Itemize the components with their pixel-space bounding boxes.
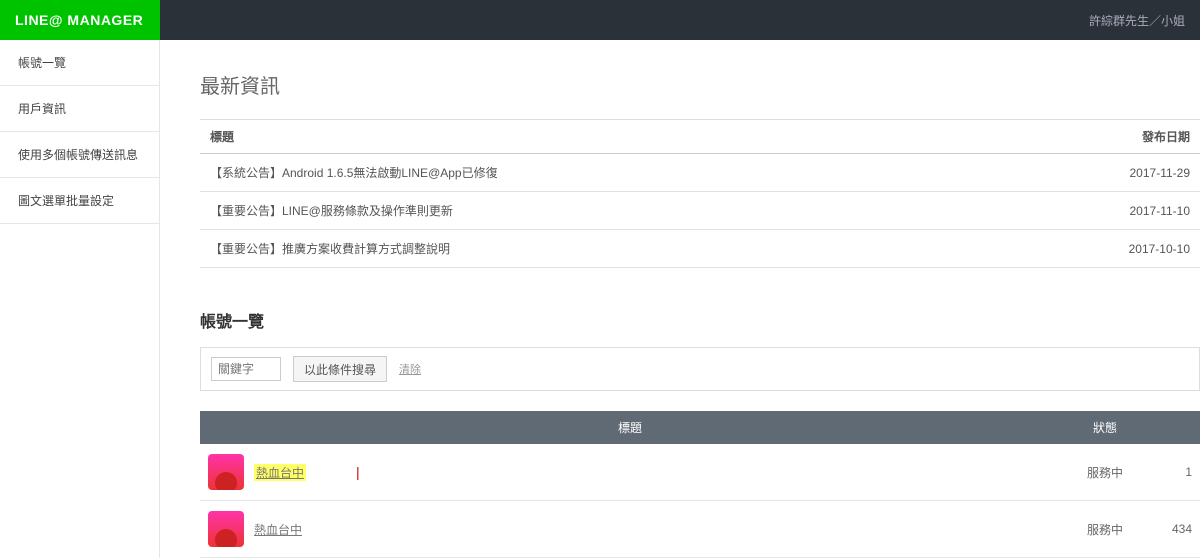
news-row[interactable]: 【重要公告】LINE@服務條款及操作準則更新 2017-11-10 bbox=[200, 192, 1200, 230]
sidebar: 帳號一覽 用戶資訊 使用多個帳號傳送訊息 圖文選單批量設定 bbox=[0, 40, 160, 558]
search-clear-link[interactable]: 清除 bbox=[399, 361, 421, 377]
accounts-heading: 帳號一覽 bbox=[200, 308, 1200, 332]
current-user-name: 許綜群先生／小姐 bbox=[1089, 12, 1185, 29]
news-col-title: 標題 bbox=[200, 120, 1080, 154]
account-name-link[interactable]: 熱血台中 bbox=[254, 464, 306, 481]
table-row: 熱血台中 服務中 434 bbox=[200, 501, 1200, 558]
sidebar-item-multi-send[interactable]: 使用多個帳號傳送訊息 bbox=[0, 132, 159, 178]
sidebar-item-rich-menu[interactable]: 圖文選單批量設定 bbox=[0, 178, 159, 224]
account-name-link[interactable]: 熱血台中 bbox=[254, 521, 302, 538]
account-status: 服務中 bbox=[1060, 444, 1150, 501]
account-count: 1 bbox=[1150, 444, 1200, 501]
news-row-title: 【重要公告】推廣方案收費計算方式調整說明 bbox=[200, 230, 1080, 268]
account-count: 434 bbox=[1150, 501, 1200, 558]
accounts-table: 標題 狀態 熱血台中 | 服務中 1 bbox=[200, 411, 1200, 558]
news-row-date: 2017-11-29 bbox=[1080, 154, 1200, 192]
news-row-date: 2017-11-10 bbox=[1080, 192, 1200, 230]
highlight-caret: | bbox=[356, 464, 360, 480]
acct-col-title: 標題 bbox=[200, 411, 1060, 444]
top-bar: 許綜群先生／小姐 bbox=[160, 0, 1200, 40]
news-heading: 最新資訊 bbox=[200, 70, 1200, 99]
news-row-title: 【系統公告】Android 1.6.5無法啟動LINE@App已修復 bbox=[200, 154, 1080, 192]
news-col-date: 發布日期 bbox=[1080, 120, 1200, 154]
avatar bbox=[208, 454, 244, 490]
brand-logo: LINE@ MANAGER bbox=[0, 0, 160, 40]
news-row-date: 2017-10-10 bbox=[1080, 230, 1200, 268]
table-row: 熱血台中 | 服務中 1 bbox=[200, 444, 1200, 501]
acct-col-status: 狀態 bbox=[1060, 411, 1150, 444]
news-row[interactable]: 【系統公告】Android 1.6.5無法啟動LINE@App已修復 2017-… bbox=[200, 154, 1200, 192]
news-row[interactable]: 【重要公告】推廣方案收費計算方式調整說明 2017-10-10 bbox=[200, 230, 1200, 268]
avatar bbox=[208, 511, 244, 547]
sidebar-item-user-info[interactable]: 用戶資訊 bbox=[0, 86, 159, 132]
account-status: 服務中 bbox=[1060, 501, 1150, 558]
main-content: 最新資訊 標題 發布日期 【系統公告】Android 1.6.5無法啟動LINE… bbox=[160, 40, 1200, 558]
search-input[interactable] bbox=[211, 357, 281, 381]
news-table: 標題 發布日期 【系統公告】Android 1.6.5無法啟動LINE@App已… bbox=[200, 119, 1200, 268]
search-button[interactable]: 以此條件搜尋 bbox=[293, 356, 387, 382]
acct-col-num bbox=[1150, 411, 1200, 444]
news-row-title: 【重要公告】LINE@服務條款及操作準則更新 bbox=[200, 192, 1080, 230]
sidebar-item-accounts[interactable]: 帳號一覽 bbox=[0, 40, 159, 86]
search-bar: 以此條件搜尋 清除 bbox=[200, 347, 1200, 391]
